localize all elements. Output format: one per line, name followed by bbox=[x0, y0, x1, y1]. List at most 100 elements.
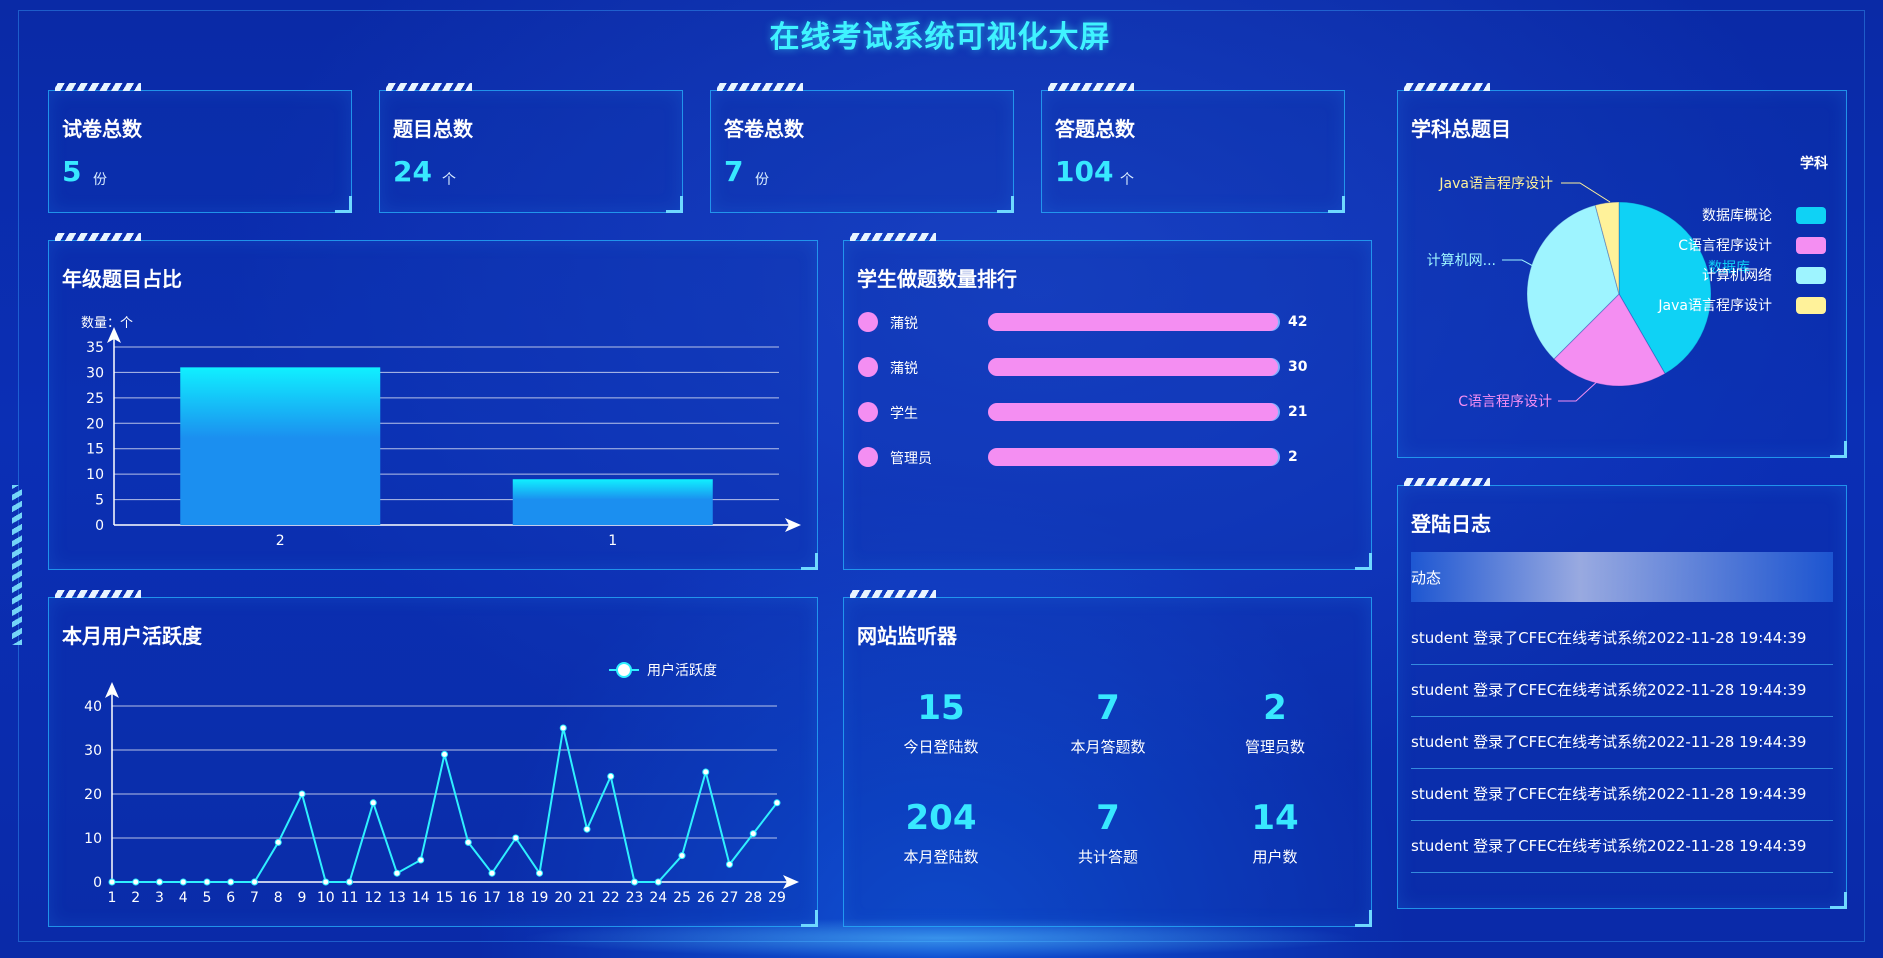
x-tick-label: 9 bbox=[298, 890, 307, 906]
stat-card-papers: 试卷总数 5 份 bbox=[48, 83, 352, 213]
rank-bar bbox=[988, 313, 1278, 331]
x-tick-label: 29 bbox=[768, 890, 786, 906]
y-tick-label: 0 bbox=[95, 518, 104, 534]
ranking-row: 学生 21 bbox=[858, 400, 1307, 424]
rank-name: 蒲锐 bbox=[890, 361, 918, 377]
grade-panel: 年级题目占比 数量：个 0 5 10 15 20 25 30 35 2 1 bbox=[48, 233, 818, 570]
stat-unit: 份 bbox=[755, 172, 769, 188]
panel-tabs-decoration bbox=[1404, 478, 1490, 486]
leader-line bbox=[1561, 182, 1611, 203]
data-point bbox=[559, 724, 567, 732]
x-tick-label: 18 bbox=[507, 890, 525, 906]
x-tick-label: 12 bbox=[364, 890, 382, 906]
stat-value: 7 bbox=[724, 155, 744, 188]
bar bbox=[512, 479, 713, 525]
legend-label: 数据库概论 bbox=[1702, 208, 1772, 224]
y-tick-label: 25 bbox=[86, 391, 104, 407]
data-point bbox=[179, 878, 187, 886]
log-entry: student 登录了CFEC在线考试系统2022-11-28 19:44:39 bbox=[1411, 681, 1807, 699]
x-tick-label: 22 bbox=[602, 890, 620, 906]
legend-swatch bbox=[1796, 297, 1826, 314]
grade-bar-chart: 数量：个 0 5 10 15 20 25 30 35 2 1 bbox=[81, 316, 801, 549]
data-point bbox=[678, 852, 686, 860]
data-point bbox=[417, 856, 425, 864]
monitor-label: 本月登陆数 bbox=[903, 848, 979, 866]
ranking-panel: 学生做题数量排行 蒲锐 42 蒲锐 30 学生 21 管理员 2 bbox=[843, 233, 1372, 570]
stat-value: 104 bbox=[1055, 155, 1114, 188]
y-tick-label: 5 bbox=[95, 493, 104, 509]
legend-title: 学科 bbox=[1800, 155, 1828, 172]
bar bbox=[180, 367, 381, 525]
stat-label: 题目总数 bbox=[393, 117, 473, 141]
data-point bbox=[488, 869, 496, 877]
x-tick-label: 1 bbox=[108, 890, 117, 906]
callout-label: 计算机网... bbox=[1427, 253, 1496, 269]
panel-tabs-decoration bbox=[717, 83, 803, 91]
x-tick-label: 27 bbox=[721, 890, 739, 906]
ranking-row: 蒲锐 42 bbox=[858, 310, 1307, 334]
data-point bbox=[654, 878, 662, 886]
x-tick-label: 20 bbox=[554, 890, 572, 906]
data-point bbox=[132, 878, 140, 886]
legend-label: 计算机网络 bbox=[1702, 268, 1772, 284]
x-tick-label: 2 bbox=[276, 533, 285, 549]
rank-name: 学生 bbox=[890, 406, 918, 422]
monitor-label: 管理员数 bbox=[1244, 738, 1305, 756]
log-row: student 登录了CFEC在线考试系统2022-11-28 19:44:39 bbox=[1411, 612, 1833, 665]
legend-swatch bbox=[1796, 267, 1826, 284]
monitor-label: 本月答题数 bbox=[1070, 738, 1146, 756]
data-point bbox=[369, 799, 377, 807]
x-tick-label: 28 bbox=[744, 890, 762, 906]
x-tick-label: 24 bbox=[649, 890, 667, 906]
corner-decoration bbox=[1355, 910, 1372, 927]
data-point bbox=[156, 878, 163, 886]
corner-decoration bbox=[997, 196, 1014, 213]
x-tick-label: 4 bbox=[179, 890, 188, 906]
rank-value: 30 bbox=[1288, 359, 1308, 375]
panel-tabs-decoration bbox=[386, 83, 472, 91]
x-tick-label: 8 bbox=[274, 890, 283, 906]
rank-bar bbox=[988, 403, 1278, 421]
monitor-label: 用户数 bbox=[1252, 848, 1298, 866]
data-point bbox=[583, 825, 591, 833]
subject-pie-chart: Java语言程序设计计算机网...C语言程序设计数据库学科数据库概论C语言程序设… bbox=[1427, 155, 1828, 410]
data-point bbox=[749, 830, 757, 838]
panel-tabs-decoration bbox=[850, 590, 936, 598]
y-tick-label: 0 bbox=[93, 875, 102, 891]
x-tick-label: 7 bbox=[250, 890, 259, 906]
legend-swatch bbox=[1796, 207, 1826, 224]
data-point bbox=[251, 878, 258, 886]
x-tick-label: 15 bbox=[436, 890, 454, 906]
monitor-value: 15 bbox=[917, 688, 965, 728]
data-point bbox=[607, 772, 615, 780]
rank-value: 42 bbox=[1288, 314, 1308, 330]
data-point bbox=[108, 878, 116, 886]
x-tick-label: 23 bbox=[626, 890, 644, 906]
rank-name: 蒲锐 bbox=[890, 316, 918, 332]
login-log-panel: 登陆日志 动态 student 登录了CFEC在线考试系统2022-11-28 … bbox=[1397, 478, 1847, 909]
data-point bbox=[322, 878, 330, 886]
panel-title: 学生做题数量排行 bbox=[857, 267, 1017, 291]
data-point bbox=[441, 750, 448, 758]
monitor-value: 7 bbox=[1096, 688, 1120, 728]
data-point bbox=[346, 878, 353, 886]
x-tick-label: 1 bbox=[608, 533, 617, 549]
data-point bbox=[536, 869, 543, 877]
log-header-label: 动态 bbox=[1411, 569, 1442, 587]
monitor-label: 共计答题 bbox=[1077, 848, 1138, 866]
legend-label: 用户活跃度 bbox=[647, 662, 717, 679]
page-header: 在线考试系统可视化大屏 bbox=[760, 8, 1120, 56]
log-row: student 登录了CFEC在线考试系统2022-11-28 19:44:39 bbox=[1411, 664, 1833, 717]
x-tick-label: 21 bbox=[578, 890, 596, 906]
page-title: 在线考试系统可视化大屏 bbox=[769, 20, 1111, 55]
y-tick-label: 20 bbox=[84, 787, 102, 803]
rank-value: 21 bbox=[1288, 404, 1308, 420]
y-tick-label: 15 bbox=[86, 442, 104, 458]
log-row: student 登录了CFEC在线考试系统2022-11-28 19:44:39 bbox=[1411, 820, 1833, 873]
panel-tabs-decoration bbox=[55, 233, 141, 241]
y-tick-label: 20 bbox=[86, 416, 104, 432]
data-point bbox=[298, 790, 306, 798]
data-point bbox=[512, 834, 520, 842]
rank-value: 2 bbox=[1288, 449, 1298, 465]
data-point bbox=[203, 878, 211, 886]
